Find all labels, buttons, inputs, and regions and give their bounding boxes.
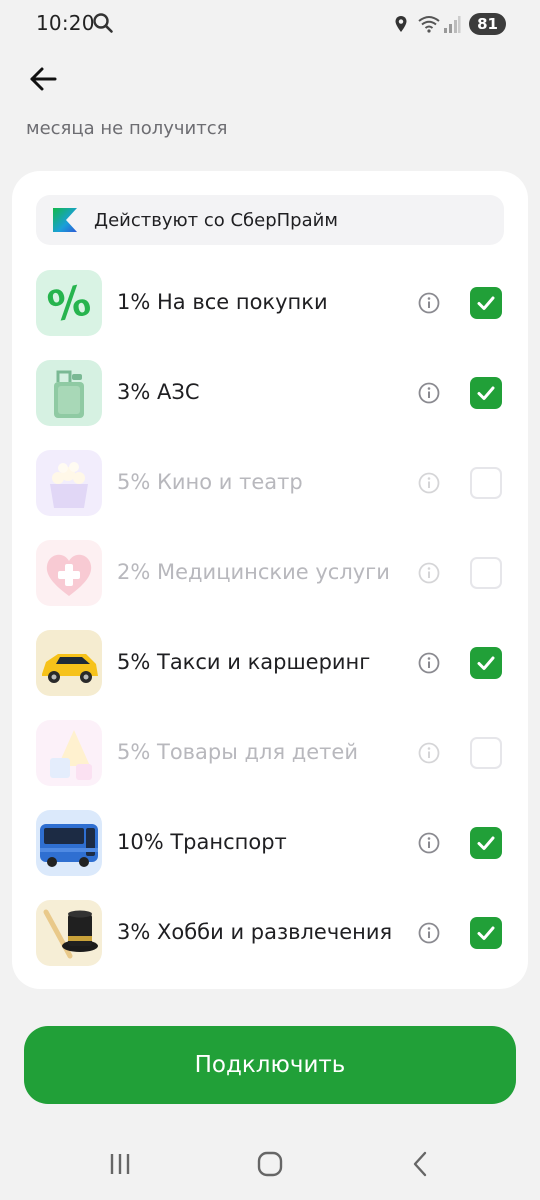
category-label: 1% На все покупки	[117, 290, 328, 314]
category-label: 3% АЗС	[117, 380, 200, 404]
sberprime-banner: Действуют со СберПрайм	[36, 195, 504, 245]
category-row: 5% Товары для детей	[12, 720, 528, 810]
category-label: 10% Транспорт	[117, 830, 287, 854]
fuel-canister-icon	[36, 360, 102, 426]
page-subtitle: месяца не получится	[26, 118, 228, 139]
checkmark-icon	[477, 386, 495, 400]
category-checkbox[interactable]	[470, 917, 502, 949]
recent-apps-icon	[110, 1154, 130, 1174]
nav-back-button[interactable]	[400, 1148, 440, 1180]
chevron-left-icon	[413, 1151, 427, 1177]
checkmark-icon	[477, 926, 495, 940]
info-icon[interactable]	[417, 831, 441, 855]
toy-blocks-icon	[36, 720, 102, 786]
location-icon	[391, 14, 411, 34]
categories-list: % 1% На все покупки 3% АЗС 5% Кино и теа…	[12, 270, 528, 990]
signal-icon	[443, 14, 463, 34]
category-row: 10% Транспорт	[12, 810, 528, 900]
wifi-icon	[417, 14, 440, 34]
home-icon	[257, 1151, 283, 1177]
info-icon[interactable]	[417, 471, 441, 495]
category-checkbox[interactable]	[470, 827, 502, 859]
status-bar: 10:20 81	[0, 0, 540, 48]
status-time: 10:20	[36, 11, 95, 35]
info-icon[interactable]	[417, 651, 441, 675]
info-icon[interactable]	[417, 921, 441, 945]
category-checkbox[interactable]	[470, 647, 502, 679]
category-checkbox[interactable]	[470, 467, 502, 499]
home-button[interactable]	[250, 1148, 290, 1180]
category-checkbox[interactable]	[470, 287, 502, 319]
popcorn-icon	[36, 450, 102, 516]
recent-apps-button[interactable]	[100, 1148, 140, 1180]
magic-hat-icon	[36, 900, 102, 966]
category-label: 2% Медицинские услуги	[117, 560, 390, 584]
info-icon[interactable]	[417, 741, 441, 765]
category-row: 5% Такси и каршеринг	[12, 630, 528, 720]
battery-indicator: 81	[469, 13, 506, 35]
system-nav-bar	[0, 1130, 540, 1200]
arrow-left-icon	[30, 67, 57, 91]
taxi-car-icon	[36, 630, 102, 696]
category-checkbox[interactable]	[470, 377, 502, 409]
category-checkbox[interactable]	[470, 737, 502, 769]
percent-icon: %	[36, 270, 102, 336]
medical-heart-icon	[36, 540, 102, 606]
category-label: 5% Такси и каршеринг	[117, 650, 371, 674]
category-row: 2% Медицинские услуги	[12, 540, 528, 630]
category-row: % 1% На все покупки	[12, 270, 528, 360]
search-icon	[92, 12, 114, 34]
category-row: 3% АЗС	[12, 360, 528, 450]
category-row: 3% Хобби и развлечения	[12, 900, 528, 990]
category-label: 5% Товары для детей	[117, 740, 358, 764]
checkmark-icon	[477, 656, 495, 670]
category-label: 5% Кино и театр	[117, 470, 303, 494]
info-icon[interactable]	[417, 561, 441, 585]
info-icon[interactable]	[417, 291, 441, 315]
bus-icon	[36, 810, 102, 876]
category-row: 5% Кино и театр	[12, 450, 528, 540]
category-checkbox[interactable]	[470, 557, 502, 589]
connect-button[interactable]: Подключить	[24, 1026, 516, 1104]
categories-card: Действуют со СберПрайм % 1% На все покуп…	[12, 171, 528, 989]
banner-text: Действуют со СберПрайм	[94, 209, 338, 231]
back-button[interactable]	[26, 62, 60, 96]
sberprime-logo-icon	[50, 205, 80, 235]
info-icon[interactable]	[417, 381, 441, 405]
checkmark-icon	[477, 836, 495, 850]
category-label: 3% Хобби и развлечения	[117, 920, 393, 944]
checkmark-icon	[477, 296, 495, 310]
